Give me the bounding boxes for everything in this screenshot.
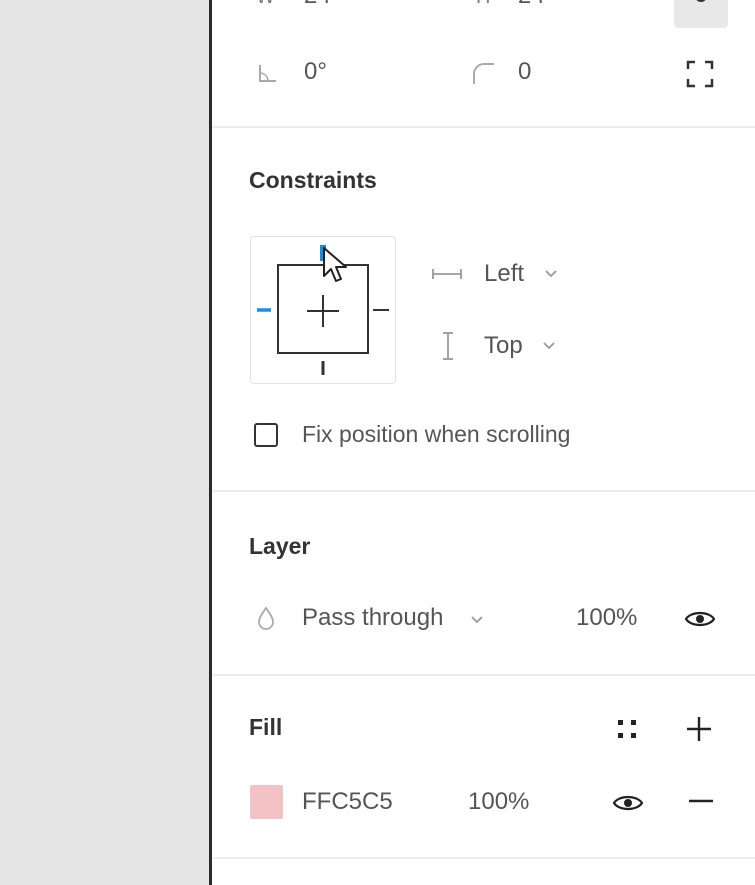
- height-label: H: [476, 0, 490, 9]
- horizontal-constraint-select[interactable]: Left: [430, 254, 600, 294]
- independent-corners-button[interactable]: [684, 58, 716, 90]
- layer-opacity-input[interactable]: 100%: [576, 604, 637, 632]
- rotation-field[interactable]: 0°: [252, 56, 432, 90]
- independent-corners-icon: [686, 60, 714, 88]
- corner-radius-icon: [473, 63, 494, 84]
- vertical-constraint-select[interactable]: Top: [430, 326, 600, 366]
- horizontal-constraint-value: Left: [484, 260, 525, 287]
- vertical-constraint-value: Top: [484, 332, 523, 359]
- width-field[interactable]: W 24: [252, 0, 402, 12]
- mouse-cursor-icon: [323, 247, 347, 282]
- link-icon: [696, 0, 706, 2]
- width-value: 24: [304, 0, 331, 10]
- fill-title: Fill: [249, 714, 283, 740]
- blend-mode-value: Pass through: [302, 604, 444, 631]
- canvas-area[interactable]: [0, 0, 209, 885]
- blend-mode-icon: [258, 606, 274, 630]
- width-label: W: [256, 0, 275, 9]
- section-divider: [212, 126, 755, 128]
- constrain-proportions-button[interactable]: [674, 0, 728, 28]
- constraints-title: Constraints: [249, 167, 377, 193]
- fix-position-checkbox[interactable]: [254, 423, 278, 447]
- section-divider: [212, 674, 755, 676]
- rotation-icon: [259, 65, 276, 82]
- layer-title: Layer: [249, 533, 311, 559]
- add-fill-button[interactable]: [684, 714, 714, 744]
- chevron-down-icon: [545, 270, 557, 278]
- design-panel: W 24 H 24 0° 0 Constraints: [212, 0, 755, 885]
- remove-fill-button[interactable]: [686, 786, 716, 816]
- styles-grid-icon[interactable]: [614, 716, 640, 742]
- fill-hex-input[interactable]: FFC5C5: [302, 788, 393, 816]
- eye-icon[interactable]: [612, 790, 644, 816]
- fix-position-label[interactable]: Fix position when scrolling: [302, 421, 570, 448]
- horizontal-constraint-icon: [432, 269, 462, 279]
- height-field[interactable]: H 24: [472, 0, 622, 12]
- vertical-constraint-icon: [443, 332, 453, 360]
- rotation-value: 0°: [304, 58, 327, 85]
- chevron-down-icon: [471, 616, 483, 624]
- eye-icon[interactable]: [684, 606, 716, 632]
- fill-opacity-input[interactable]: 100%: [468, 788, 529, 816]
- corner-radius-field[interactable]: 0: [470, 56, 650, 90]
- corner-radius-value: 0: [518, 58, 532, 85]
- chevron-down-icon: [543, 342, 555, 350]
- section-divider: [212, 490, 755, 492]
- section-divider: [212, 857, 755, 859]
- blend-mode-select[interactable]: Pass through: [300, 600, 500, 638]
- height-value: 24: [518, 0, 545, 10]
- fill-color-swatch[interactable]: [250, 785, 283, 819]
